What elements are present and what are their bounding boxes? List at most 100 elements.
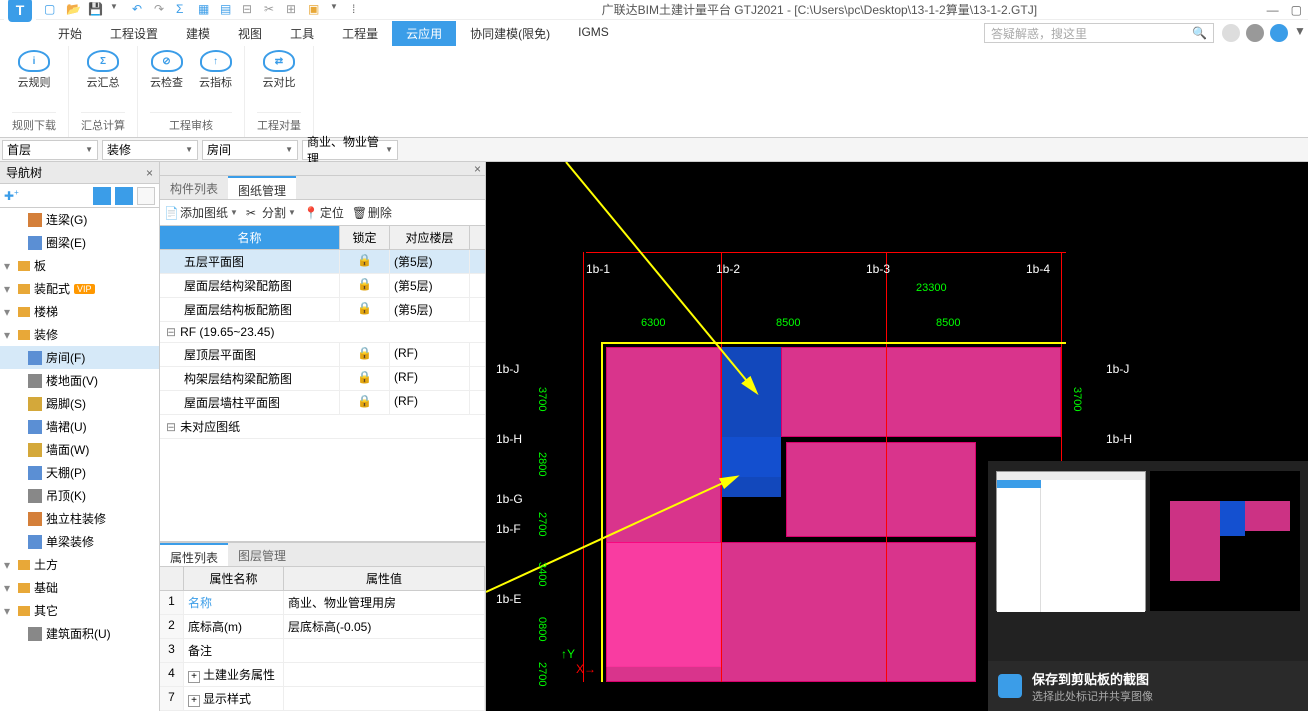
chevron-down-icon: ▼: [285, 145, 293, 154]
help-icon[interactable]: [1270, 24, 1288, 42]
table-row[interactable]: 屋面层结构梁配筋图🔒(第5层): [160, 274, 485, 298]
tab-图层管理[interactable]: 图层管理: [228, 543, 296, 566]
tab-图纸管理[interactable]: 图纸管理: [228, 176, 296, 199]
menu-开始[interactable]: 开始: [44, 21, 96, 46]
sum-icon[interactable]: Σ: [176, 2, 192, 18]
open-icon[interactable]: 📂: [66, 2, 82, 18]
dropdown-icon[interactable]: ▼: [1294, 24, 1302, 42]
tree-item[interactable]: 天棚(P): [0, 461, 159, 484]
menu-工具[interactable]: 工具: [276, 21, 328, 46]
new-icon[interactable]: ▢: [44, 2, 60, 18]
tree-category[interactable]: ▾其它: [0, 599, 159, 622]
tree-category[interactable]: ▾板: [0, 254, 159, 277]
more-icon[interactable]: ⁞: [352, 2, 368, 18]
minimize-icon[interactable]: —: [1267, 3, 1279, 17]
table-row[interactable]: 屋面层墙柱平面图🔒(RF): [160, 391, 485, 415]
tree-item[interactable]: 墙面(W): [0, 438, 159, 461]
save-icon[interactable]: 💾: [88, 2, 104, 18]
selector-房间[interactable]: 房间▼: [202, 140, 298, 160]
prop-row[interactable]: 2底标高(m)层底标高(-0.05): [160, 615, 485, 639]
window-title: 广联达BIM土建计量平台 GTJ2021 - [C:\Users\pc\Desk…: [372, 1, 1267, 18]
message-icon[interactable]: [1246, 24, 1264, 42]
link-icon[interactable]: ⊟: [242, 2, 258, 18]
tree-item[interactable]: 踢脚(S): [0, 392, 159, 415]
tree-item[interactable]: 建筑面积(U): [0, 622, 159, 645]
cut-icon[interactable]: ✂: [264, 2, 280, 18]
report-icon[interactable]: ▤: [220, 2, 236, 18]
dropdown-icon[interactable]: ▼: [110, 2, 126, 18]
tree-category[interactable]: ▾基础: [0, 576, 159, 599]
drawing-group[interactable]: ⊟未对应图纸: [160, 415, 485, 439]
toolbar-分割[interactable]: ✂分割▼: [246, 204, 296, 221]
expand-icon[interactable]: +: [188, 671, 200, 683]
prop-row[interactable]: 1名称商业、物业管理用房: [160, 591, 485, 615]
ribbon-btn-云对比[interactable]: ⇄云对比: [263, 50, 296, 90]
tab-属性列表[interactable]: 属性列表: [160, 543, 228, 566]
maximize-icon[interactable]: ▢: [1291, 3, 1302, 17]
grid-icon[interactable]: ⊞: [286, 2, 302, 18]
menu-视图[interactable]: 视图: [224, 21, 276, 46]
prop-row[interactable]: 4+土建业务属性: [160, 663, 485, 687]
menu-云应用[interactable]: 云应用: [392, 21, 456, 46]
close-icon[interactable]: ×: [470, 162, 485, 175]
add-icon[interactable]: ✚+: [4, 188, 19, 203]
selector-商业、物业管理[interactable]: 商业、物业管理▼: [302, 140, 398, 160]
search-input[interactable]: 答疑解惑，搜这里 🔍: [984, 23, 1214, 43]
screenshot-notification[interactable]: 保存到剪贴板的截图 选择此处标记并共享图像: [988, 461, 1308, 711]
table-row[interactable]: 屋顶层平面图🔒(RF): [160, 343, 485, 367]
undo-icon[interactable]: ↶: [132, 2, 148, 18]
select-icon[interactable]: ▣: [308, 2, 324, 18]
grid-label: 1b-G: [496, 492, 523, 506]
tab-构件列表[interactable]: 构件列表: [160, 176, 228, 199]
item-icon: [28, 535, 42, 549]
app-logo[interactable]: T: [4, 0, 36, 26]
tree-item[interactable]: 楼地面(V): [0, 369, 159, 392]
menu-工程量[interactable]: 工程量: [328, 21, 392, 46]
redo-icon[interactable]: ↷: [154, 2, 170, 18]
nav-tree: 连梁(G)圈梁(E)▾板▾装配式VIP▾楼梯▾装修房间(F)楼地面(V)踢脚(S…: [0, 208, 159, 711]
prop-row[interactable]: 7+显示样式: [160, 687, 485, 711]
tree-item[interactable]: 单梁装修: [0, 530, 159, 553]
notification-bar: 保存到剪贴板的截图 选择此处标记并共享图像: [988, 661, 1308, 711]
table-row[interactable]: 五层平面图🔒(第5层): [160, 250, 485, 274]
close-icon[interactable]: ×: [146, 166, 153, 180]
menu-建模[interactable]: 建模: [172, 21, 224, 46]
tree-category[interactable]: ▾装配式VIP: [0, 277, 159, 300]
tree-category[interactable]: ▾楼梯: [0, 300, 159, 323]
ribbon-btn-云检查[interactable]: ⊘云检查: [150, 50, 183, 90]
list-view-icon[interactable]: [93, 187, 111, 205]
tree-item[interactable]: 连梁(G): [0, 208, 159, 231]
settings-icon[interactable]: [137, 187, 155, 205]
table-row[interactable]: 构架层结构梁配筋图🔒(RF): [160, 367, 485, 391]
dimension-label: 6300: [641, 317, 665, 329]
table-icon[interactable]: ▦: [198, 2, 214, 18]
selector-首层[interactable]: 首层▼: [2, 140, 98, 160]
dropdown2-icon[interactable]: ▼: [330, 2, 346, 18]
tree-item[interactable]: 墙裙(U): [0, 415, 159, 438]
menu-IGMS[interactable]: IGMS: [564, 21, 623, 46]
table-row[interactable]: 屋面层结构板配筋图🔒(第5层): [160, 298, 485, 322]
dimension-label: 3400: [536, 562, 548, 586]
item-icon: [28, 443, 42, 457]
ribbon-btn-云规则[interactable]: i云规则: [18, 50, 51, 90]
tree-category[interactable]: ▾土方: [0, 553, 159, 576]
prop-row[interactable]: 3备注: [160, 639, 485, 663]
drawing-group[interactable]: ⊟RF (19.65~23.45): [160, 322, 485, 343]
ribbon-btn-云汇总[interactable]: Σ云汇总: [87, 50, 120, 90]
toolbar-删除[interactable]: 🗑删除: [352, 204, 392, 221]
selector-装修[interactable]: 装修▼: [102, 140, 198, 160]
ribbon-btn-云指标[interactable]: ↑云指标: [199, 50, 232, 90]
menu-工程设置[interactable]: 工程设置: [96, 21, 172, 46]
toolbar-定位[interactable]: 📍定位: [304, 204, 344, 221]
expand-icon[interactable]: +: [188, 695, 200, 707]
tree-item[interactable]: 圈梁(E): [0, 231, 159, 254]
tree-item[interactable]: 吊顶(K): [0, 484, 159, 507]
avatar-icon[interactable]: [1222, 24, 1240, 42]
toolbar-添加图纸[interactable]: 📄添加图纸▼: [164, 204, 238, 221]
tree-item[interactable]: 房间(F): [0, 346, 159, 369]
menu-协同建模(限免)[interactable]: 协同建模(限免): [456, 21, 564, 46]
tree-item[interactable]: 独立柱装修: [0, 507, 159, 530]
tree-category[interactable]: ▾装修: [0, 323, 159, 346]
chevron-down-icon: ▼: [185, 145, 193, 154]
tree-view-icon[interactable]: [115, 187, 133, 205]
